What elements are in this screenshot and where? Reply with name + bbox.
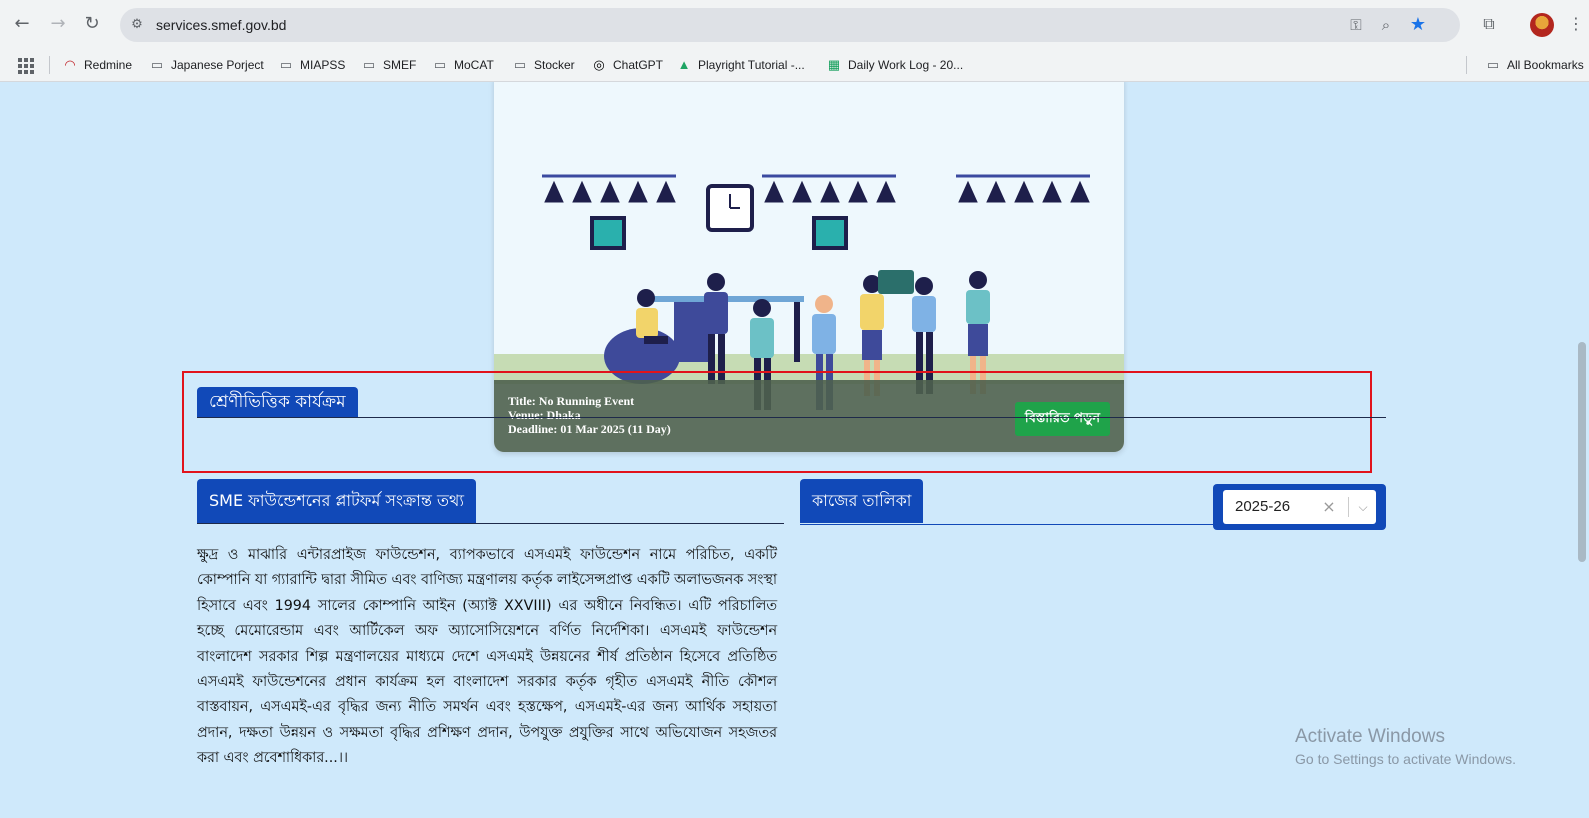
watermark-subtitle: Go to Settings to activate Windows. bbox=[1295, 751, 1516, 767]
folder-icon: ▭ bbox=[433, 57, 447, 72]
reload-icon[interactable]: ↻ bbox=[80, 12, 104, 36]
back-icon[interactable]: ← bbox=[10, 12, 34, 36]
browser-toolbar: ← → ↻ ⚙ services.smef.gov.bd ⚿ ⌕ ★ ⧉ ⋮ bbox=[0, 0, 1589, 48]
year-filter: 2025-26 × ⌵ bbox=[1213, 484, 1386, 530]
page-scrollbar[interactable] bbox=[1575, 82, 1589, 818]
select-divider bbox=[1348, 497, 1349, 517]
watermark-title: Activate Windows bbox=[1295, 726, 1445, 747]
scrollbar-thumb[interactable] bbox=[1578, 342, 1586, 562]
bookmark-redmine[interactable]: ◠ Redmine bbox=[62, 48, 132, 82]
password-key-icon[interactable]: ⚿ bbox=[1346, 15, 1366, 35]
platform-rule bbox=[197, 523, 784, 524]
folder-icon: ▭ bbox=[279, 57, 293, 72]
bookmark-daily-work-log[interactable]: ▦ Daily Work Log - 20... bbox=[826, 48, 963, 82]
menu-icon[interactable]: ⋮ bbox=[1568, 12, 1584, 36]
bookmark-star-icon[interactable]: ★ bbox=[1408, 15, 1428, 35]
chevron-down-icon[interactable]: ⌵ bbox=[1353, 490, 1373, 524]
bookmark-smef[interactable]: ▭ SMEF bbox=[361, 48, 417, 82]
platform-description: ক্ষুদ্র ও মাঝারি এন্টারপ্রাইজ ফাউন্ডেশন,… bbox=[197, 547, 777, 767]
extensions-icon[interactable]: ⧉ bbox=[1478, 13, 1500, 35]
bookmark-miapss[interactable]: ▭ MIAPSS bbox=[278, 48, 346, 82]
folder-icon: ▭ bbox=[362, 57, 376, 72]
bookmark-japanese-porject[interactable]: ▭ Japanese Porject bbox=[149, 48, 264, 82]
bookmark-chatgpt[interactable]: ◎ ChatGPT bbox=[591, 48, 663, 82]
bookmarks-divider bbox=[1466, 56, 1467, 74]
address-bar[interactable]: ⚙ services.smef.gov.bd ⚿ ⌕ ★ bbox=[120, 8, 1460, 42]
platform-heading: SME ফাউন্ডেশনের প্লাটফর্ম সংক্রান্ত তথ্য bbox=[197, 479, 477, 523]
profile-avatar[interactable] bbox=[1530, 13, 1554, 37]
worklist-heading: কাজের তালিকা bbox=[800, 479, 924, 523]
redmine-icon: ◠ bbox=[64, 57, 76, 72]
highlight-box bbox=[182, 371, 1372, 473]
year-value: 2025-26 bbox=[1235, 498, 1291, 515]
url-text[interactable]: services.smef.gov.bd bbox=[156, 8, 286, 42]
bookmarks-divider bbox=[49, 56, 50, 74]
forward-icon[interactable]: → bbox=[46, 12, 70, 36]
apps-grid-icon[interactable] bbox=[18, 58, 34, 74]
zoom-icon[interactable]: ⌕ bbox=[1376, 15, 1396, 35]
bookmark-playright-tutorial[interactable]: ▲ Playright Tutorial -... bbox=[676, 48, 805, 82]
google-sheets-icon: ▦ bbox=[827, 57, 841, 72]
chatgpt-icon: ◎ bbox=[593, 57, 605, 72]
site-info-icon[interactable]: ⚙ bbox=[128, 16, 146, 34]
bookmarks-bar: ◠ Redmine ▭ Japanese Porject ▭ MIAPSS ▭ SMEF… bbox=[0, 48, 1589, 82]
folder-icon: ▭ bbox=[513, 57, 527, 72]
year-select[interactable]: 2025-26 × ⌵ bbox=[1223, 490, 1376, 524]
category-heading: শ্রেণীভিত্তিক কার্যক্রম bbox=[197, 387, 358, 418]
folder-icon: ▭ bbox=[150, 57, 164, 72]
all-bookmarks[interactable]: ▭ All Bookmarks bbox=[1485, 48, 1584, 82]
page-viewport: Title: No Running Event Venue: Dhaka Dea… bbox=[0, 82, 1589, 818]
bookmark-mocat[interactable]: ▭ MoCAT bbox=[432, 48, 494, 82]
google-drive-icon: ▲ bbox=[677, 57, 691, 72]
bookmark-stocker[interactable]: ▭ Stocker bbox=[512, 48, 575, 82]
clear-icon[interactable]: × bbox=[1319, 490, 1339, 524]
category-rule bbox=[197, 417, 1386, 418]
windows-activation-watermark: Activate Windows Go to Settings to activ… bbox=[1295, 725, 1516, 769]
folder-icon: ▭ bbox=[1486, 57, 1500, 72]
